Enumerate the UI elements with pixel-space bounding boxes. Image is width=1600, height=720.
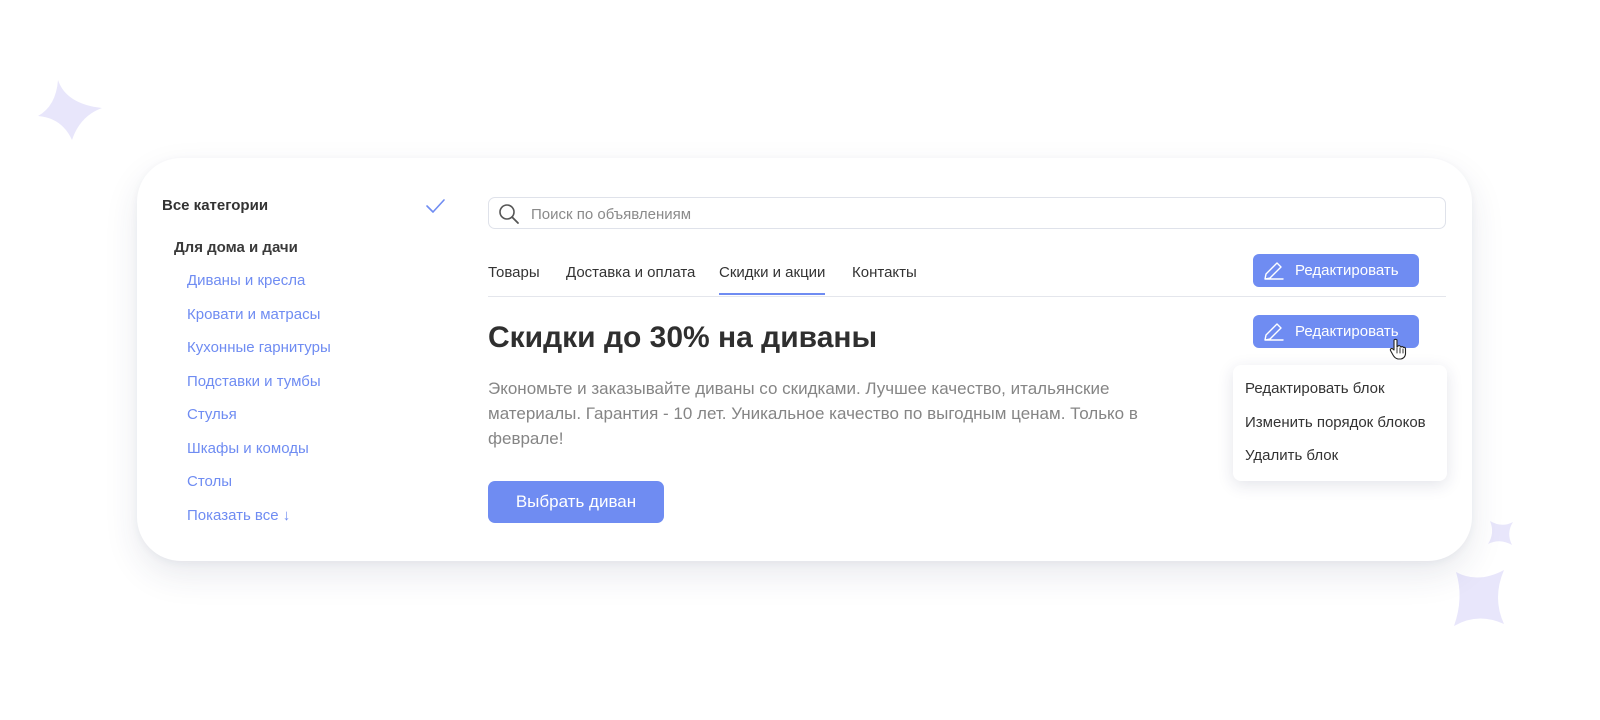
pencil-icon [1264,323,1284,341]
check-icon [426,199,445,213]
page: Все категории Для дома и дачи Диваны и к… [0,0,1600,720]
menu-item-reorder-blocks[interactable]: Изменить порядок блоков [1245,413,1426,447]
menu-item-edit-block[interactable]: Редактировать блок [1245,379,1426,413]
category-item[interactable]: Шкафы и комоды [187,439,331,473]
tab-contacts[interactable]: Контакты [852,264,917,293]
category-item[interactable]: Столы [187,472,331,506]
search-input[interactable] [529,198,1433,230]
category-group[interactable]: Для дома и дачи [174,239,298,256]
edit-label: Редактировать [1295,262,1399,279]
sparkle-icon [38,80,102,140]
hand-cursor-icon [1389,338,1407,360]
tab-divider [488,296,1446,297]
pencil-icon [1264,262,1284,280]
block-title: Скидки до 30% на диваны [488,321,878,354]
content-card: Все категории Для дома и дачи Диваны и к… [137,158,1472,561]
block-actions-menu: Редактировать блок Изменить порядок блок… [1233,365,1447,481]
edit-label: Редактировать [1295,323,1399,340]
category-item[interactable]: Диваны и кресла [187,271,331,305]
sparkle-icon [1454,570,1504,626]
tab-discounts[interactable]: Скидки и акции [719,264,826,295]
choose-sofa-button[interactable]: Выбрать диван [488,481,664,523]
category-item[interactable]: Стулья [187,405,331,439]
search-box [488,197,1446,230]
search-icon [499,204,519,224]
category-item[interactable]: Кухонные гарнитуры [187,338,331,372]
show-all-link[interactable]: Показать все ↓ [187,506,331,540]
sparkle-icon [1488,521,1513,545]
category-list: Диваны и кресла Кровати и матрасы Кухонн… [187,271,331,539]
category-item[interactable]: Подставки и тумбы [187,372,331,406]
block-description: Экономьте и заказывайте диваны со скидка… [488,379,1138,448]
edit-page-button[interactable]: Редактировать [1253,254,1419,287]
category-all[interactable]: Все категории [162,197,268,214]
tab-products[interactable]: Товары [488,264,540,293]
category-item[interactable]: Кровати и матрасы [187,305,331,339]
tab-delivery[interactable]: Доставка и оплата [566,264,695,293]
menu-item-delete-block[interactable]: Удалить блок [1245,446,1426,480]
